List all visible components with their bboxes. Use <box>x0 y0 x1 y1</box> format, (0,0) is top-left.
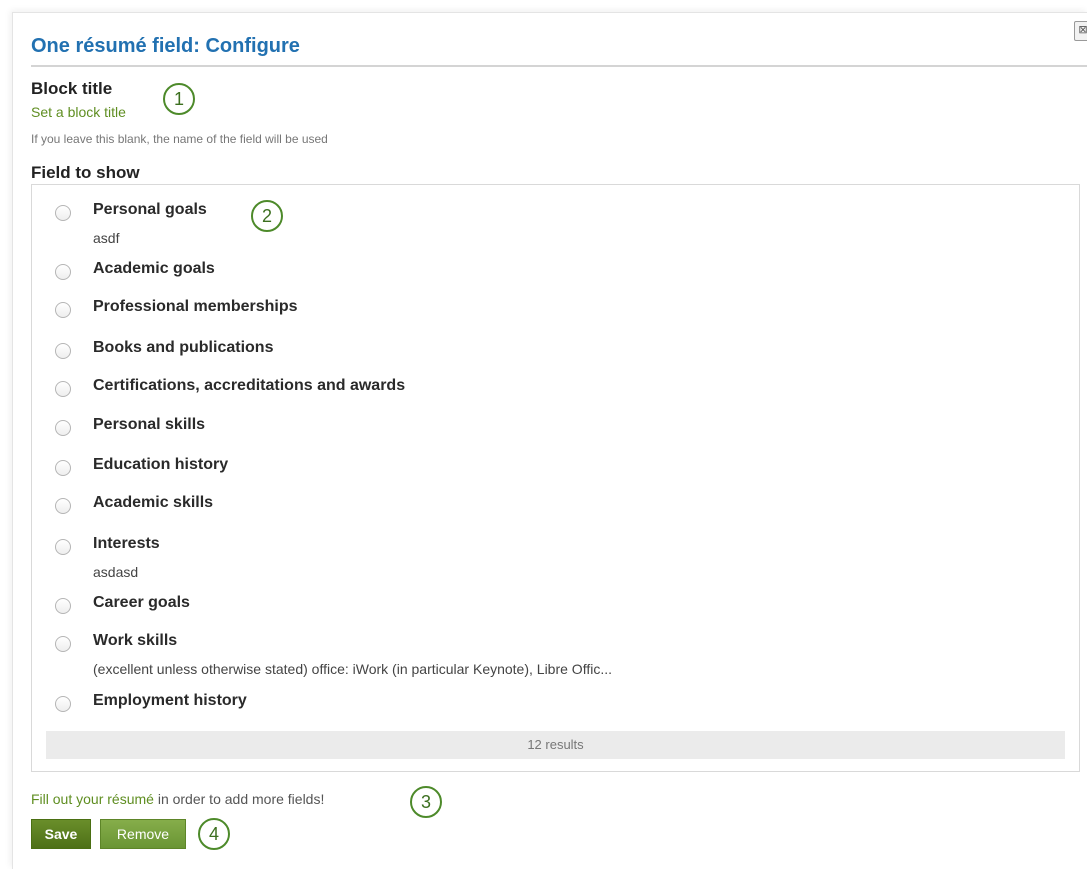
radio-button[interactable] <box>55 343 71 359</box>
block-title-hint: If you leave this blank, the name of the… <box>31 132 328 146</box>
option-description: asdf <box>93 230 120 246</box>
option-academic-skills[interactable]: Academic skills <box>55 494 1055 534</box>
callout-3: 3 <box>410 786 442 818</box>
option-personal-goals[interactable]: Personal goals asdf <box>55 201 1055 246</box>
option-label: Professional memberships <box>93 298 298 315</box>
radio-button[interactable] <box>55 381 71 397</box>
radio-button[interactable] <box>55 460 71 476</box>
option-label: Personal skills <box>93 416 206 433</box>
radio-button[interactable] <box>55 205 71 221</box>
radio-button[interactable] <box>55 302 71 318</box>
block-title-label: Block title <box>31 79 113 98</box>
callout-1: 1 <box>163 83 195 115</box>
option-label: Personal goals <box>93 201 207 218</box>
option-interests[interactable]: Interests asdasd <box>55 535 1055 580</box>
radio-button[interactable] <box>55 696 71 712</box>
field-to-show-label: Field to show <box>31 163 140 182</box>
option-academic-goals[interactable]: Academic goals <box>55 260 1055 300</box>
save-button[interactable]: Save <box>31 819 91 849</box>
field-options-list: Personal goals asdf 2 Academic goals Pro… <box>31 184 1080 772</box>
close-icon[interactable]: ⊠ <box>1074 21 1087 41</box>
option-education-history[interactable]: Education history <box>55 456 1055 496</box>
callout-4: 4 <box>198 818 230 850</box>
results-count: 12 results <box>46 731 1065 759</box>
block-title-input[interactable]: Set a block title <box>31 104 126 120</box>
remove-button[interactable]: Remove <box>100 819 186 849</box>
title-divider <box>31 65 1087 67</box>
radio-button[interactable] <box>55 264 71 280</box>
option-personal-skills[interactable]: Personal skills <box>55 416 1055 456</box>
option-label: Career goals <box>93 594 190 611</box>
option-label: Employment history <box>93 692 247 709</box>
option-label: Books and publications <box>93 339 274 356</box>
fillout-resume-link[interactable]: Fill out your résumé <box>31 791 154 807</box>
option-label: Academic goals <box>93 260 215 277</box>
option-professional-memberships[interactable]: Professional memberships <box>55 298 1055 338</box>
configure-dialog: ⊠ One résumé field: Configure Block titl… <box>12 12 1087 869</box>
option-description: asdasd <box>93 564 139 580</box>
option-label: Certifications, accreditations and award… <box>93 377 406 394</box>
option-label: Education history <box>93 456 229 473</box>
fillout-message-text: in order to add more fields! <box>153 791 325 807</box>
option-books-and-publications[interactable]: Books and publications <box>55 339 1055 379</box>
radio-button[interactable] <box>55 598 71 614</box>
option-career-goals[interactable]: Career goals <box>55 594 1055 634</box>
option-certifications[interactable]: Certifications, accreditations and award… <box>55 377 1055 417</box>
radio-button[interactable] <box>55 636 71 652</box>
fillout-message: Fill out your résumé in order to add mor… <box>31 791 324 807</box>
option-employment-history[interactable]: Employment history <box>55 692 1055 732</box>
option-label: Work skills <box>93 632 178 649</box>
radio-button[interactable] <box>55 539 71 555</box>
radio-button[interactable] <box>55 420 71 436</box>
option-label: Interests <box>93 535 160 552</box>
option-description: (excellent unless otherwise stated) offi… <box>93 661 613 677</box>
dialog-title: One résumé field: Configure <box>31 35 300 57</box>
option-label: Academic skills <box>93 494 214 511</box>
option-work-skills[interactable]: Work skills (excellent unless otherwise … <box>55 632 1055 677</box>
callout-2: 2 <box>251 200 283 232</box>
radio-button[interactable] <box>55 498 71 514</box>
